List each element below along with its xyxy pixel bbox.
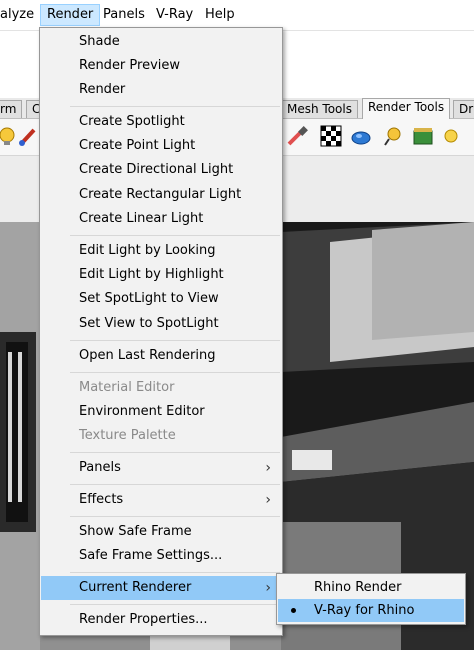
eyedropper-icon[interactable] (286, 125, 308, 147)
tab-render-tools[interactable]: Render Tools (362, 98, 451, 119)
menu-item-show-safe-frame[interactable]: Show Safe Frame (41, 520, 281, 544)
spotlight-icon[interactable] (382, 125, 404, 147)
light-bulb-icon[interactable] (0, 125, 18, 147)
menu-item-render-properties[interactable]: Render Properties... (41, 608, 281, 632)
menu-item-set-view-to-spotlight[interactable]: Set View to SpotLight (41, 312, 281, 336)
chevron-right-icon: › (265, 492, 271, 508)
sphere-icon[interactable] (350, 125, 372, 147)
menubar-item-help[interactable]: Help (199, 5, 241, 25)
menu-item-create-directional-light[interactable]: Create Directional Light (41, 158, 281, 182)
menu-separator (70, 340, 280, 341)
menu-item-safe-frame-settings[interactable]: Safe Frame Settings... (41, 544, 281, 568)
tab-mesh-tools[interactable]: Mesh Tools (281, 100, 358, 118)
menu-separator (70, 372, 280, 373)
menu-bar: alyze Render Panels V-Ray Help (0, 0, 474, 30)
menu-item-render[interactable]: Render (41, 78, 281, 102)
paint-brush-icon[interactable] (18, 125, 40, 147)
menu-item-rhino-render[interactable]: Rhino Render (278, 576, 464, 599)
menu-item-shade[interactable]: Shade (41, 30, 281, 54)
menu-separator (70, 484, 280, 485)
checker-texture-icon[interactable] (320, 125, 342, 147)
menu-item-create-spotlight[interactable]: Create Spotlight (41, 110, 281, 134)
menu-separator (70, 106, 280, 107)
menu-item-render-preview[interactable]: Render Preview (41, 54, 281, 78)
menubar-item-analyze[interactable]: alyze (0, 5, 40, 25)
menubar-item-render[interactable]: Render (40, 4, 101, 26)
menu-item-edit-light-by-highlight[interactable]: Edit Light by Highlight (41, 263, 281, 287)
menu-item-create-point-light[interactable]: Create Point Light (41, 134, 281, 158)
menu-separator (70, 572, 280, 573)
sun-icon[interactable] (440, 125, 462, 147)
radio-bullet-icon (291, 608, 296, 613)
chevron-right-icon: › (265, 460, 271, 476)
menu-separator (70, 516, 280, 517)
menu-item-edit-light-by-looking[interactable]: Edit Light by Looking (41, 239, 281, 263)
render-menu: Shade Render Preview Render Create Spotl… (39, 27, 283, 636)
menu-item-vray-for-rhino[interactable]: V-Ray for Rhino (278, 599, 464, 622)
window-icon[interactable] (412, 125, 434, 147)
menu-separator (70, 604, 280, 605)
menu-item-environment-editor[interactable]: Environment Editor (41, 400, 281, 424)
menu-item-effects[interactable]: Effects › (41, 488, 281, 512)
menubar-item-vray[interactable]: V-Ray (150, 5, 199, 25)
tab-drafting[interactable]: Dr (453, 100, 474, 118)
menu-item-material-editor: Material Editor (79, 380, 175, 395)
chevron-right-icon: › (265, 580, 271, 596)
menu-separator (70, 235, 280, 236)
menu-item-create-rectangular-light[interactable]: Create Rectangular Light (41, 183, 281, 207)
menu-item-current-renderer[interactable]: Current Renderer › (41, 576, 281, 600)
menu-item-panels[interactable]: Panels › (41, 456, 281, 480)
menu-item-open-last-rendering[interactable]: Open Last Rendering (41, 344, 281, 368)
menu-item-texture-palette: Texture Palette (79, 428, 176, 443)
menu-item-create-linear-light[interactable]: Create Linear Light (41, 207, 281, 231)
menubar-item-panels[interactable]: Panels (97, 5, 151, 25)
tab-transform[interactable]: rm (0, 100, 23, 118)
menu-separator (70, 452, 280, 453)
menu-item-set-spotlight-to-view[interactable]: Set SpotLight to View (41, 287, 281, 311)
current-renderer-submenu: Rhino Render V-Ray for Rhino (276, 573, 466, 625)
